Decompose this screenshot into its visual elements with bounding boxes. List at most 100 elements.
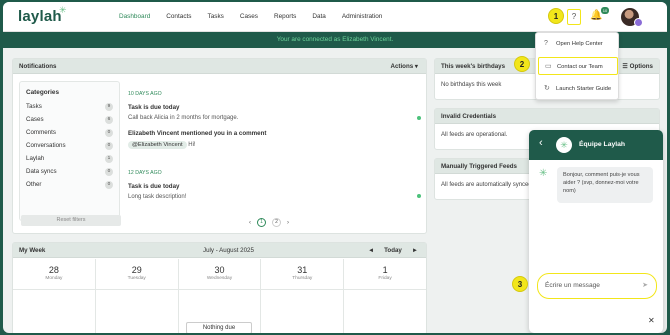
chat-input-placeholder: Écrire un message [545, 282, 600, 289]
category-count: 0 [105, 142, 113, 150]
category-item-conversations[interactable]: Conversations 0 [20, 141, 119, 154]
page-next-button[interactable]: › [287, 220, 289, 226]
reset-filters-button[interactable]: Reset filters [21, 215, 121, 226]
chat-message-input[interactable]: Écrire un message ➤ [537, 273, 657, 299]
category-item-data-syncs[interactable]: Data syncs 0 [20, 167, 119, 180]
unread-dot-icon [417, 116, 421, 120]
nav-dashboard[interactable]: Dashboard [119, 13, 150, 20]
notification-title[interactable]: Elizabeth Vincent mentioned you in a com… [128, 130, 423, 137]
notification-body-row: @Elizabeth Vincent Hi! [128, 141, 423, 149]
categories-panel: Categories Tasks 9 Cases 6 Comments 0 Conve… [19, 81, 120, 221]
day-column[interactable]: 28 Monday [13, 259, 96, 333]
chat-message: Bonjour, comment puis-je vous aider ? (s… [557, 167, 653, 203]
day-column[interactable]: 31 Thursday [261, 259, 345, 333]
category-label: Tasks [26, 103, 42, 110]
pagination: ‹ 1 2 › [249, 218, 289, 227]
refresh-icon: ↻ [544, 85, 550, 92]
week-next-button[interactable]: ► [412, 243, 418, 258]
chat-title: Équipe Laylah [579, 141, 626, 148]
chat-icon: ▭ [545, 63, 552, 70]
category-label: Cases [26, 116, 44, 123]
category-item-laylah[interactable]: Laylah 1 [20, 154, 119, 167]
day-number: 31 [297, 265, 308, 275]
category-item-cases[interactable]: Cases 6 [20, 115, 119, 128]
options-button[interactable]: ☰ Options [622, 59, 653, 74]
unread-dot-icon [417, 194, 421, 198]
category-count: 9 [105, 103, 113, 111]
nav-contacts[interactable]: Contacts [166, 13, 191, 20]
close-icon[interactable]: ✕ [648, 316, 655, 325]
logo-star-icon: ✳ [59, 5, 67, 15]
category-item-other[interactable]: Other 0 [20, 180, 119, 193]
nav-data[interactable]: Data [312, 13, 326, 20]
day-name: Friday [378, 276, 392, 281]
category-item-tasks[interactable]: Tasks 9 [20, 102, 119, 115]
notifications-header: Notifications Actions ▾ [13, 59, 426, 74]
menu-item-starter-guide[interactable]: ↻ Launch Starter Guide [538, 80, 618, 98]
day-name: Wednesday [206, 276, 233, 281]
help-icon[interactable]: ? [567, 9, 581, 25]
back-arrow-icon[interactable]: ‹ [539, 137, 543, 149]
question-icon: ? [544, 40, 548, 47]
category-label: Data syncs [26, 168, 57, 175]
nav-cases[interactable]: Cases [240, 13, 258, 20]
page-prev-button[interactable]: ‹ [249, 220, 251, 226]
notification-body: Call back Alicia in 2 months for mortgag… [128, 115, 239, 121]
category-count: 0 [105, 181, 113, 189]
step-marker-1: 1 [548, 8, 564, 24]
mention-chip[interactable]: @Elizabeth Vincent [128, 141, 187, 149]
invalid-credentials-title: Invalid Credentials [435, 109, 659, 124]
notification-title[interactable]: Task is due today [128, 104, 423, 111]
category-label: Comments [26, 129, 56, 136]
today-button[interactable]: Today [384, 243, 402, 258]
nav-reports[interactable]: Reports [274, 13, 296, 20]
nav-administration[interactable]: Administration [342, 13, 383, 20]
day-name: Monday [45, 276, 63, 281]
notification-date: 10 DAYS AGO [128, 91, 162, 97]
step-marker-2: 2 [514, 56, 530, 72]
notification-count-badge: 10 [601, 7, 609, 14]
day-number: 28 [48, 265, 59, 275]
day-number: 30 [214, 265, 225, 275]
notification-body: Hi! [188, 142, 196, 148]
category-count: 1 [105, 155, 113, 163]
top-navbar: laylah ✳ Dashboard Contacts Tasks Cases … [3, 2, 667, 32]
week-prev-button[interactable]: ◄ [368, 243, 374, 258]
day-number: 1 [382, 265, 388, 275]
menu-item-help-center[interactable]: ? Open Help Center [538, 35, 618, 53]
category-item-comments[interactable]: Comments 0 [20, 128, 119, 141]
avatar-status-icon [634, 18, 643, 27]
category-count: 0 [105, 129, 113, 137]
nav-tasks[interactable]: Tasks [208, 13, 224, 20]
category-label: Conversations [26, 142, 66, 149]
my-week-card: My Week July - August 2025 ◄ Today ► 28 M… [12, 242, 427, 333]
category-count: 6 [105, 116, 113, 124]
week-nav: ◄ Today ► [368, 243, 418, 258]
day-column[interactable]: 1 Friday [344, 259, 426, 333]
logo[interactable]: laylah [18, 8, 62, 25]
notification-group: 12 DAYS AGO Task is due today Long task … [128, 170, 423, 200]
step-marker-3: 3 [512, 276, 528, 292]
day-name: Thursday [292, 276, 313, 281]
notification-group: 10 DAYS AGO Task is due today Call back … [128, 91, 423, 149]
chat-header: ‹ ✳ Équipe Laylah [529, 130, 663, 160]
notification-date: 12 DAYS AGO [128, 170, 162, 176]
my-week-title: My Week [19, 247, 46, 254]
day-number: 29 [131, 265, 142, 275]
laylah-logo-icon: ✳ [556, 137, 572, 153]
page-1-button[interactable]: 1 [257, 218, 266, 227]
notification-title[interactable]: Task is due today [128, 183, 423, 190]
day-column[interactable]: 29 Tuesday [95, 259, 179, 333]
notifications-card: Notifications Actions ▾ Categories Tasks… [12, 58, 427, 234]
help-menu: ? Open Help Center ▭ Contact our Team ↻ … [535, 32, 619, 100]
nothing-due-button[interactable]: Nothing due [186, 322, 252, 333]
page-2-button[interactable]: 2 [272, 218, 281, 227]
notifications-title: Notifications [19, 63, 57, 70]
app-window: laylah ✳ Dashboard Contacts Tasks Cases … [3, 2, 667, 333]
menu-item-contact-team[interactable]: ▭ Contact our Team [538, 57, 618, 75]
menu-item-label: Open Help Center [556, 41, 603, 47]
send-icon[interactable]: ➤ [642, 274, 648, 297]
actions-dropdown[interactable]: Actions ▾ [390, 59, 418, 74]
agent-avatar-icon: ✳ [539, 168, 548, 179]
menu-item-label: Contact our Team [557, 64, 603, 70]
